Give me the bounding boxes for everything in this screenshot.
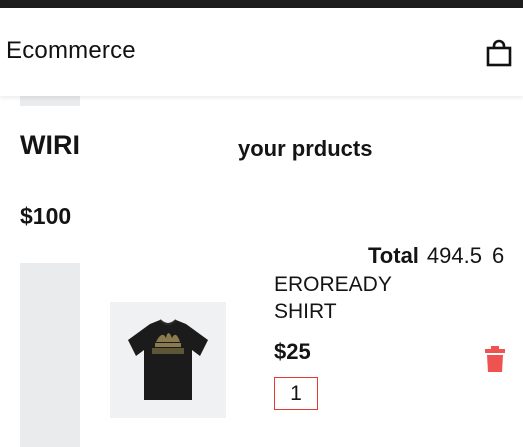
trash-icon[interactable]	[484, 346, 506, 372]
product-name: EROREADY SHIRT	[274, 273, 392, 323]
product-price: $25	[274, 339, 311, 364]
app-bar: Ecommerce	[0, 8, 523, 96]
background-product-image	[20, 263, 80, 447]
cart-heading: your prducts	[238, 136, 373, 161]
status-bar	[0, 0, 523, 8]
background-product-page: WIRI $100	[0, 96, 80, 447]
total-value: 494.5	[426, 243, 482, 268]
background-product-title: WIRI	[20, 130, 80, 160]
shopping-bag-icon[interactable]	[486, 39, 512, 67]
quantity-input[interactable]: 1	[274, 377, 318, 410]
cart-panel: your prducts Total 494.5 6 EROREADY SHIRT …	[80, 96, 523, 447]
black-tshirt-image	[128, 319, 208, 400]
total-label: Total	[368, 243, 419, 268]
background-image-placeholder	[20, 96, 80, 106]
cart-total: Total 494.5 6	[368, 243, 504, 269]
background-product-price: $100	[20, 203, 72, 229]
app-title: Ecommerce	[6, 37, 136, 64]
total-item-count: 6	[491, 243, 505, 268]
product-image	[110, 302, 226, 418]
